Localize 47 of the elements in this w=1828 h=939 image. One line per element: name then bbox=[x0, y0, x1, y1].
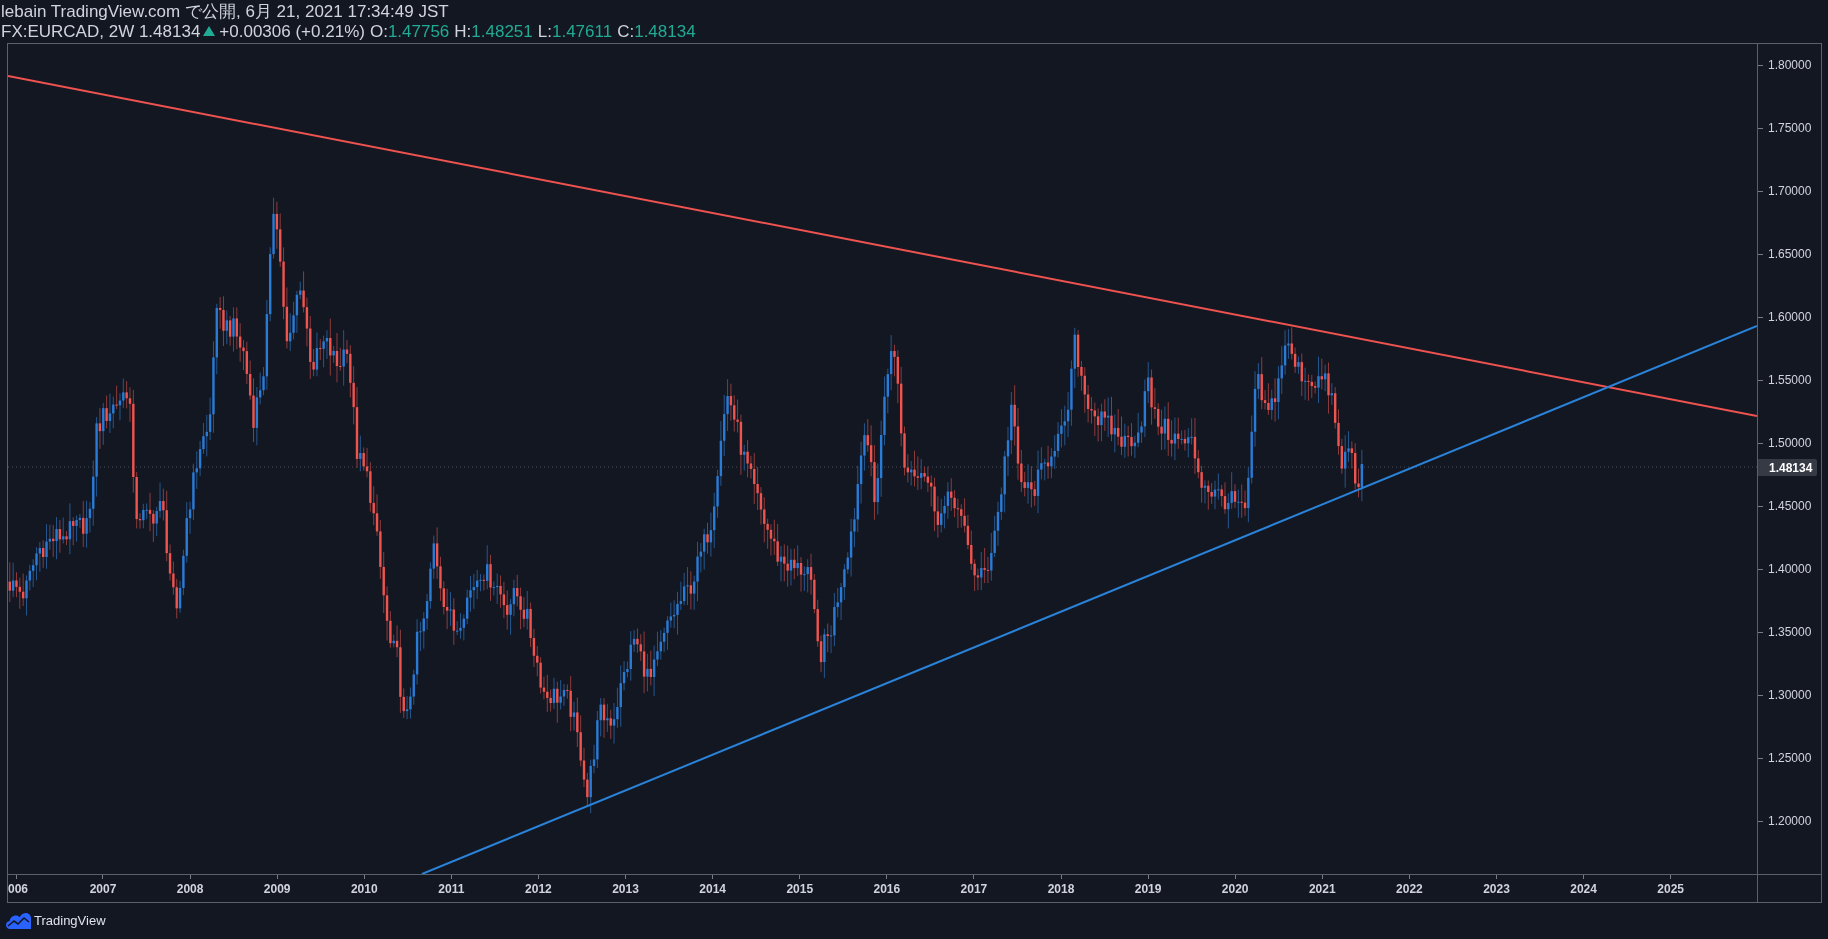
time-axis-label: 2016 bbox=[873, 882, 901, 896]
time-axis-label: 2024 bbox=[1570, 882, 1597, 896]
time-axis-label: 2009 bbox=[263, 882, 291, 896]
price-axis-label: 1.75000 bbox=[1768, 121, 1812, 135]
price-axis-label: 1.40000 bbox=[1768, 562, 1812, 576]
price-axis-label: 1.20000 bbox=[1768, 814, 1812, 828]
price-axis-label: 1.50000 bbox=[1768, 436, 1812, 450]
ohlc-value: 1.48134 bbox=[634, 21, 696, 41]
time-axis-label: 2007 bbox=[89, 882, 117, 896]
time-axis-label: 2018 bbox=[1047, 882, 1075, 896]
time-axis-label: 2015 bbox=[786, 882, 814, 896]
time-axis-label: 2025 bbox=[1657, 882, 1684, 896]
cloud-logo-icon bbox=[6, 913, 31, 929]
time-axis-label: 2011 bbox=[438, 882, 465, 896]
brand-name: TradingView bbox=[34, 913, 106, 929]
price-axis-label: 1.65000 bbox=[1768, 247, 1812, 261]
publication-info: lebain TradingView.com で公開, 6月 21, 2021 17:34:49 JST bbox=[1, 2, 449, 22]
ohlc-label: O: bbox=[369, 21, 388, 41]
current-price-label: 1.48134 bbox=[1758, 459, 1817, 476]
price-axis-label: 1.80000 bbox=[1768, 58, 1812, 72]
price-axis-label: 1.60000 bbox=[1768, 310, 1812, 324]
ohlc-label: L: bbox=[537, 21, 552, 41]
price-axis-label: 1.45000 bbox=[1768, 499, 1812, 513]
ohlc-value: 1.47611 bbox=[551, 21, 613, 41]
price-axis-label: 1.25000 bbox=[1768, 751, 1812, 765]
time-axis-label: 2010 bbox=[350, 882, 378, 896]
symbol-price: FX:EURCAD, 2W 1.48134 bbox=[1, 21, 201, 41]
time-axis-label: 2023 bbox=[1483, 882, 1510, 896]
time-axis-label: 2022 bbox=[1396, 882, 1423, 896]
time-axis-label: 2014 bbox=[699, 882, 726, 896]
time-axis-label: 2008 bbox=[176, 882, 204, 896]
time-axis-label: 2021 bbox=[1308, 882, 1336, 896]
time-axis-label: 2017 bbox=[960, 882, 988, 896]
time-axis-label: 2020 bbox=[1221, 882, 1249, 896]
ohlc-value: 1.47756 bbox=[387, 21, 450, 41]
ohlc-label: H: bbox=[454, 21, 472, 41]
price-axis-label: 1.35000 bbox=[1768, 625, 1812, 639]
ohlc-label: C: bbox=[617, 21, 635, 41]
time-axis-label: 2013 bbox=[612, 882, 639, 896]
price-change: +0.00306 (+0.21%) bbox=[219, 21, 365, 41]
ohlc-value: 1.48251 bbox=[471, 21, 533, 41]
time-axis-label: 2012 bbox=[525, 882, 552, 896]
price-axis-label: 1.30000 bbox=[1768, 688, 1812, 702]
time-axis-label: 2019 bbox=[1134, 882, 1162, 896]
price-axis-label: 1.70000 bbox=[1768, 184, 1812, 198]
price-axis-label: 1.55000 bbox=[1768, 373, 1812, 387]
time-axis-label: 006 bbox=[8, 882, 29, 896]
